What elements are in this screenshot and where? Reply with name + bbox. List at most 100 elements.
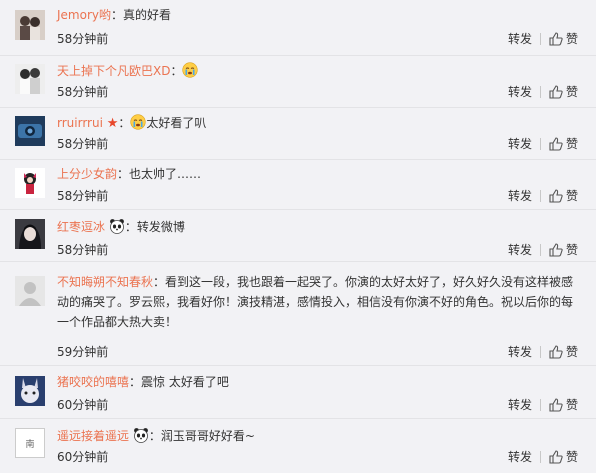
comment-text: 转发微博 xyxy=(136,220,185,234)
repost-button[interactable]: 转发 xyxy=(508,397,532,413)
avatar[interactable] xyxy=(15,168,45,198)
like-button[interactable]: 赞 xyxy=(549,242,578,258)
like-button[interactable]: 赞 xyxy=(549,136,578,152)
like-button[interactable]: 赞 xyxy=(549,344,578,360)
like-label: 赞 xyxy=(565,450,578,464)
panda-emoji xyxy=(133,427,149,443)
avatar[interactable] xyxy=(15,10,45,40)
thumbs-up-icon xyxy=(549,450,563,464)
like-button[interactable]: 赞 xyxy=(549,188,578,204)
separator: ： xyxy=(124,220,137,234)
comment-actions: 转发 赞 xyxy=(508,344,578,360)
comment-time[interactable]: 58分钟前 xyxy=(57,136,108,152)
panda-emoji xyxy=(109,218,125,234)
avatar[interactable]: 南 xyxy=(15,428,45,458)
comment-username[interactable]: 红枣逗冰 xyxy=(57,220,105,234)
thumbs-up-icon xyxy=(549,398,563,412)
comment-item: 上分少女韵：也太帅了…… 58分钟前 转发 赞 xyxy=(0,160,596,210)
repost-button[interactable]: 转发 xyxy=(508,136,532,152)
comment-item: 猪咬咬的嘻嘻：震惊 太好看了吧 60分钟前 转发 赞 xyxy=(0,366,596,419)
comment-actions: 转发 赞 xyxy=(508,242,578,258)
comment-actions: 转发 赞 xyxy=(508,31,578,47)
divider xyxy=(539,138,541,150)
avatar[interactable] xyxy=(15,64,45,94)
thumbs-up-icon xyxy=(549,189,563,203)
divider xyxy=(539,86,541,98)
comment-text: 真的好看 xyxy=(123,8,172,22)
comment-time[interactable]: 60分钟前 xyxy=(57,449,108,465)
thumbs-up-icon xyxy=(549,243,563,257)
divider xyxy=(539,190,541,202)
avatar[interactable] xyxy=(15,276,45,306)
repost-button[interactable]: 转发 xyxy=(508,449,532,465)
comment-line: 遥远接着遥远 ：润玉哥哥好好看~ xyxy=(57,427,578,445)
like-label: 赞 xyxy=(565,32,578,46)
comment-list: Jemory哟：真的好看 58分钟前 转发 赞 天上掉下个凡欧巴XD： 58分钟… xyxy=(0,0,596,473)
comment-line: 不知晦朔不知春秋：看到这一段，我也跟着一起哭了。你演的太好太好了，好久好久没有这… xyxy=(57,272,578,332)
comment-line: 天上掉下个凡欧巴XD： xyxy=(57,62,578,80)
like-button[interactable]: 赞 xyxy=(549,397,578,413)
comment-line: 猪咬咬的嘻嘻：震惊 太好看了吧 xyxy=(57,374,578,391)
like-label: 赞 xyxy=(565,85,578,99)
separator: ： xyxy=(117,167,130,181)
separator: ： xyxy=(153,275,166,289)
repost-button[interactable]: 转发 xyxy=(508,84,532,100)
comment-time[interactable]: 58分钟前 xyxy=(57,84,108,100)
separator: ： xyxy=(170,64,183,78)
like-button[interactable]: 赞 xyxy=(549,449,578,465)
avatar[interactable] xyxy=(15,376,45,406)
repost-button[interactable]: 转发 xyxy=(508,31,532,47)
like-label: 赞 xyxy=(565,137,578,151)
comment-item: 南 遥远接着遥远 ：润玉哥哥好好看~ 60分钟前 转发 赞 xyxy=(0,419,596,473)
comment-username[interactable]: 遥远接着遥远 xyxy=(57,429,129,443)
like-button[interactable]: 赞 xyxy=(549,84,578,100)
divider xyxy=(539,244,541,256)
divider xyxy=(539,451,541,463)
comment-username[interactable]: Jemory哟 xyxy=(57,8,111,22)
comment-time[interactable]: 59分钟前 xyxy=(57,344,108,360)
thumbs-up-icon xyxy=(549,85,563,99)
repost-button[interactable]: 转发 xyxy=(508,242,532,258)
thumbs-up-icon xyxy=(549,32,563,46)
comment-actions: 转发 赞 xyxy=(508,84,578,100)
comment-item: rruirrrui ★： 太好看了叭 58分钟前 转发 赞 xyxy=(0,108,596,160)
like-label: 赞 xyxy=(565,189,578,203)
separator: ： xyxy=(111,8,124,22)
comment-username[interactable]: 天上掉下个凡欧巴XD xyxy=(57,64,170,78)
divider xyxy=(539,33,541,45)
separator: ： xyxy=(129,375,142,389)
comment-text: 润玉哥哥好好看~ xyxy=(160,429,255,443)
comment-time[interactable]: 58分钟前 xyxy=(57,31,108,47)
divider xyxy=(539,346,541,358)
comment-actions: 转发 赞 xyxy=(508,397,578,413)
comment-username[interactable]: 猪咬咬的嘻嘻 xyxy=(57,375,129,389)
comment-time[interactable]: 60分钟前 xyxy=(57,397,108,413)
comment-actions: 转发 赞 xyxy=(508,188,578,204)
comment-text: 太好看了叭 xyxy=(146,116,207,130)
comment-actions: 转发 赞 xyxy=(508,449,578,465)
comment-text: 也太帅了…… xyxy=(129,167,202,181)
crying-face-emoji xyxy=(182,62,199,78)
like-label: 赞 xyxy=(565,345,578,359)
repost-button[interactable]: 转发 xyxy=(508,344,532,360)
comment-item: 红枣逗冰 ：转发微博 58分钟前 转发 赞 xyxy=(0,210,596,262)
comment-time[interactable]: 58分钟前 xyxy=(57,188,108,204)
comment-text: 震惊 太好看了吧 xyxy=(141,375,229,389)
avatar[interactable] xyxy=(15,116,45,146)
comment-username[interactable]: 上分少女韵 xyxy=(57,167,117,181)
repost-button[interactable]: 转发 xyxy=(508,188,532,204)
comment-line: Jemory哟：真的好看 xyxy=(57,7,578,24)
separator: ： xyxy=(118,116,131,130)
comment-item: 天上掉下个凡欧巴XD： 58分钟前 转发 赞 xyxy=(0,56,596,108)
star-icon[interactable]: ★ xyxy=(107,116,119,131)
like-label: 赞 xyxy=(565,398,578,412)
comment-username[interactable]: rruirrrui xyxy=(57,116,103,130)
comment-time[interactable]: 58分钟前 xyxy=(57,242,108,258)
comment-username[interactable]: 不知晦朔不知春秋 xyxy=(57,275,153,289)
like-button[interactable]: 赞 xyxy=(549,31,578,47)
comment-item: Jemory哟：真的好看 58分钟前 转发 赞 xyxy=(0,0,596,56)
thumbs-up-icon xyxy=(549,345,563,359)
comment-line: 上分少女韵：也太帅了…… xyxy=(57,166,578,183)
comment-line: 红枣逗冰 ：转发微博 xyxy=(57,218,578,236)
avatar[interactable] xyxy=(15,219,45,249)
